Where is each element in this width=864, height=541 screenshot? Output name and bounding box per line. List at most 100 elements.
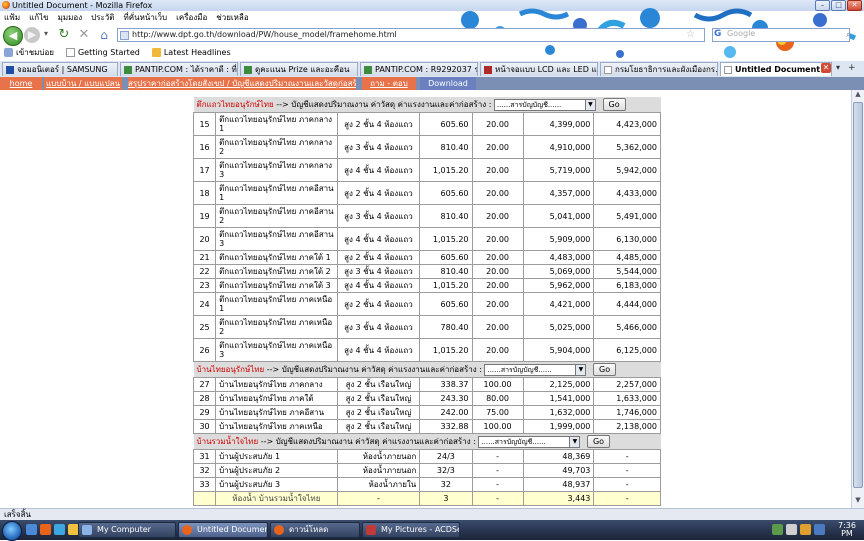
tray-app-icon[interactable] xyxy=(800,524,811,535)
bookmark-getting-started[interactable]: Getting Started xyxy=(65,48,140,57)
forward-button[interactable]: ▶ xyxy=(24,27,40,43)
percent-value: 20.00 xyxy=(471,292,524,316)
close-window-button[interactable]: ✕ xyxy=(847,0,862,11)
home-icon[interactable]: ⌂ xyxy=(96,27,112,43)
menu-file[interactable]: แฟ้ม xyxy=(4,11,20,24)
contents-select[interactable]: ......สารบัญบัญชี...... xyxy=(478,435,571,448)
table-row: 32 บ้านผู้ประสบภัย 2 ห้องน้ำภายนอก 32/3-49,… xyxy=(192,463,661,478)
house-name: บ้านไทยอนุรักษ์ไทย ภาคอีสาน xyxy=(215,405,338,420)
house-type: ห้องน้ำภายนอก xyxy=(336,463,421,478)
switch-windows-icon[interactable] xyxy=(54,524,65,535)
tab-pantip-1[interactable]: PANTIP.COM : ได้ราคาดี : ที่... xyxy=(120,62,238,76)
section-subtitle: บัญชีแสดงปริมาณงาน ค่าวัสดุ ค่าแรงงานและ… xyxy=(291,100,492,109)
cost-value: 1,632,000 xyxy=(522,405,595,420)
bookmark-latest-headlines[interactable]: Latest Headlines xyxy=(151,48,231,57)
row-number: 30 xyxy=(192,419,217,434)
new-tab-icon[interactable]: + xyxy=(848,63,856,73)
menu-bookmarks[interactable]: ที่คั่นหน้าเว็บ xyxy=(123,11,167,24)
nav-cost-summary-link[interactable]: สรุปราคาก่อสร้างโดยสังเขป / บัญชีแสดงปริ… xyxy=(128,77,356,90)
table-row: 33 บ้านผู้ประสบภัย 3 ห้องน้ำภายใน 32-48,937… xyxy=(192,477,661,492)
taskbar-firefox[interactable]: Untitled Document - ... xyxy=(178,522,268,538)
table-row: 22 ตึกแถวไทยอนุรักษ์ไทย ภาคใต้ 2 สูง 3 ชั้… xyxy=(192,264,661,279)
url-input[interactable]: http://www.dpt.go.th/download/PW/house_m… xyxy=(117,28,705,42)
bookmark-most-visited[interactable]: เข้าชมบ่อย xyxy=(4,46,54,59)
house-type: สูง 2 ชั้น 4 ห้องแถว xyxy=(336,181,421,205)
bookmark-label: Latest Headlines xyxy=(163,48,231,57)
start-button[interactable] xyxy=(2,521,22,541)
house-type: ห้องน้ำภายใน xyxy=(336,477,421,492)
nav-download-link[interactable]: Download xyxy=(420,77,476,90)
tab-pantip-2[interactable]: PANTIP.COM : R9292037 ระ... xyxy=(360,62,478,76)
taskbar-downloads[interactable]: ดาวน์โหลด xyxy=(270,522,360,538)
scrollbar-thumb[interactable] xyxy=(853,102,863,488)
row-number: 19 xyxy=(192,204,217,228)
stop-icon[interactable]: ✕ xyxy=(76,27,92,43)
row-number: 23 xyxy=(192,278,217,293)
close-tab-icon[interactable]: ✕ xyxy=(821,63,831,73)
percent-value: 20.00 xyxy=(471,278,524,293)
house-name-line: ตึกแถวไทยอนุรักษ์ไทย ภาคกลาง xyxy=(219,138,333,147)
firefox-quicklaunch-icon[interactable] xyxy=(40,524,51,535)
go-button[interactable]: Go xyxy=(586,435,611,448)
area-value: 810.40 xyxy=(419,204,473,228)
favicon-icon xyxy=(244,66,252,74)
tab-prize[interactable]: ดูคะแนน Prize และอะคือน xyxy=(240,62,358,76)
section-arrow: --> xyxy=(266,365,280,374)
row-number: 18 xyxy=(192,181,217,205)
google-icon[interactable]: G xyxy=(714,29,721,39)
percent-value: - xyxy=(471,463,524,478)
contents-select[interactable]: ......สารบัญบัญชี...... xyxy=(493,98,586,111)
row-number: 16 xyxy=(192,135,217,159)
nav-home-link[interactable]: home xyxy=(0,77,42,90)
taskbar-acdsee[interactable]: My Pictures - ACDSee... xyxy=(362,522,460,538)
total-total: - xyxy=(593,491,661,506)
firefox-icon xyxy=(182,525,192,535)
scroll-up-icon[interactable]: ▲ xyxy=(852,90,864,100)
bookmark-star-icon[interactable]: ☆ xyxy=(686,29,695,40)
nav-house-plans-link[interactable]: แบบบ้าน / แบบแปลน xyxy=(44,77,122,90)
chevron-down-icon[interactable]: ▼ xyxy=(575,363,587,376)
area-value: 605.60 xyxy=(419,181,473,205)
tray-network-icon[interactable] xyxy=(772,524,783,535)
scroll-down-icon[interactable]: ▼ xyxy=(852,496,864,506)
section-header-row: บ้านรวมน้ำใจไทย --> บัญชีแสดงปริมาณงาน ค… xyxy=(193,433,661,450)
minimize-button[interactable]: – xyxy=(815,0,830,11)
go-button[interactable]: Go xyxy=(602,98,626,111)
history-dropdown-icon[interactable]: ▾ xyxy=(44,29,48,38)
search-icon[interactable]: ⌕ xyxy=(846,30,851,40)
table-row: 20 ตึกแถวไทยอนุรักษ์ไทย ภาคอีสาน 3 สูง 4 ชั… xyxy=(192,227,661,251)
cost-value: 4,357,000 xyxy=(522,181,595,205)
reload-icon[interactable]: ↻ xyxy=(56,27,72,43)
tray-volume-icon[interactable] xyxy=(786,524,797,535)
chevron-down-icon[interactable]: ▼ xyxy=(584,98,596,111)
tab-dpt[interactable]: กรมโยธาธิการและผังเมืองกร... xyxy=(600,62,718,76)
section-header-row: บ้านไทยอนุรักษ์ไทย --> บัญชีแสดงปริมาณงา… xyxy=(193,361,661,378)
menu-help[interactable]: ช่วยเหลือ xyxy=(216,11,248,24)
menu-tools[interactable]: เครื่องมือ xyxy=(176,11,207,24)
menu-history[interactable]: ประวัติ xyxy=(91,11,114,24)
tab-list-icon[interactable]: ▾ xyxy=(836,63,840,72)
menu-edit[interactable]: แก้ไข xyxy=(29,11,49,24)
table-row: 25 ตึกแถวไทยอนุรักษ์ไทย ภาคเหนือ 2 สูง 3 ชั… xyxy=(192,315,661,339)
tab-untitled-document[interactable]: Untitled Document xyxy=(720,62,832,76)
site-identity-icon[interactable] xyxy=(120,31,129,40)
nav-faq-link[interactable]: ถาม - ตอบ xyxy=(362,77,416,90)
table-row: 23 ตึกแถวไทยอนุรักษ์ไทย ภาคใต้ 3 สูง 4 ชั้… xyxy=(192,278,661,293)
tab-lcd-led[interactable]: หน้าจอแบบ LCD และ LED แล... xyxy=(480,62,598,76)
tray-language-icon[interactable] xyxy=(814,524,825,535)
maximize-button[interactable]: □ xyxy=(831,0,846,11)
taskbar-my-computer[interactable]: My Computer xyxy=(78,522,176,538)
cost-value: 5,719,000 xyxy=(522,158,595,182)
percent-value: 20.00 xyxy=(471,315,524,339)
favicon-icon xyxy=(124,66,132,74)
house-name: บ้านไทยอนุรักษ์ไทย ภาคกลาง xyxy=(215,377,338,392)
taskbar-clock[interactable]: 7:36 PM xyxy=(838,522,856,538)
contents-select[interactable]: ......สารบัญบัญชี...... xyxy=(484,363,577,376)
menu-view[interactable]: มุมมอง xyxy=(58,11,83,24)
chevron-down-icon[interactable]: ▼ xyxy=(569,435,581,448)
tab-samsung[interactable]: จอมอนิเตอร์ | SAMSUNG xyxy=(2,62,118,76)
go-button[interactable]: Go xyxy=(593,363,617,376)
house-type: สูง 3 ชั้น 4 ห้องแถว xyxy=(336,264,421,279)
back-button[interactable]: ◀ xyxy=(3,26,23,46)
show-desktop-icon[interactable] xyxy=(26,524,37,535)
